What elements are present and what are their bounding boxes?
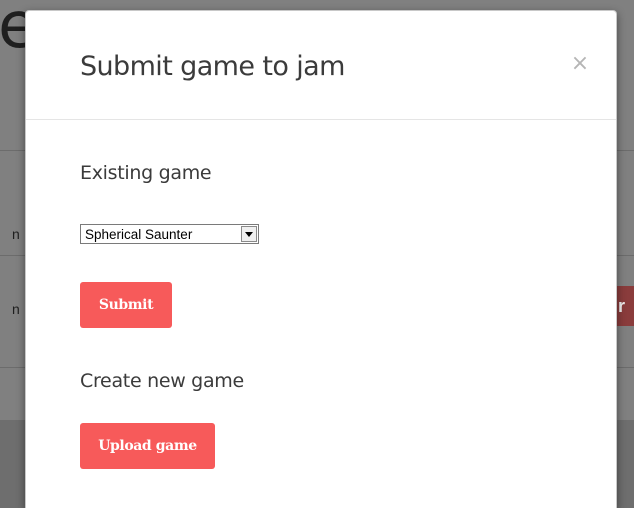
modal-header: Submit game to jam × [26,11,616,120]
close-icon[interactable]: × [569,51,591,77]
modal-title: Submit game to jam [80,51,345,82]
submit-button[interactable]: Submit [80,282,172,328]
chevron-down-icon[interactable] [241,226,257,242]
existing-game-select[interactable]: Spherical Saunter [80,224,259,244]
existing-game-select-value: Spherical Saunter [85,226,193,242]
background-text-fragment: n [12,301,20,317]
existing-game-heading: Existing game [80,162,212,184]
create-new-game-heading: Create new game [80,370,244,392]
upload-game-button[interactable]: Upload game [80,423,215,469]
background-text-fragment: n [12,226,20,242]
submit-game-modal: Submit game to jam × Existing game Spher… [25,10,617,508]
